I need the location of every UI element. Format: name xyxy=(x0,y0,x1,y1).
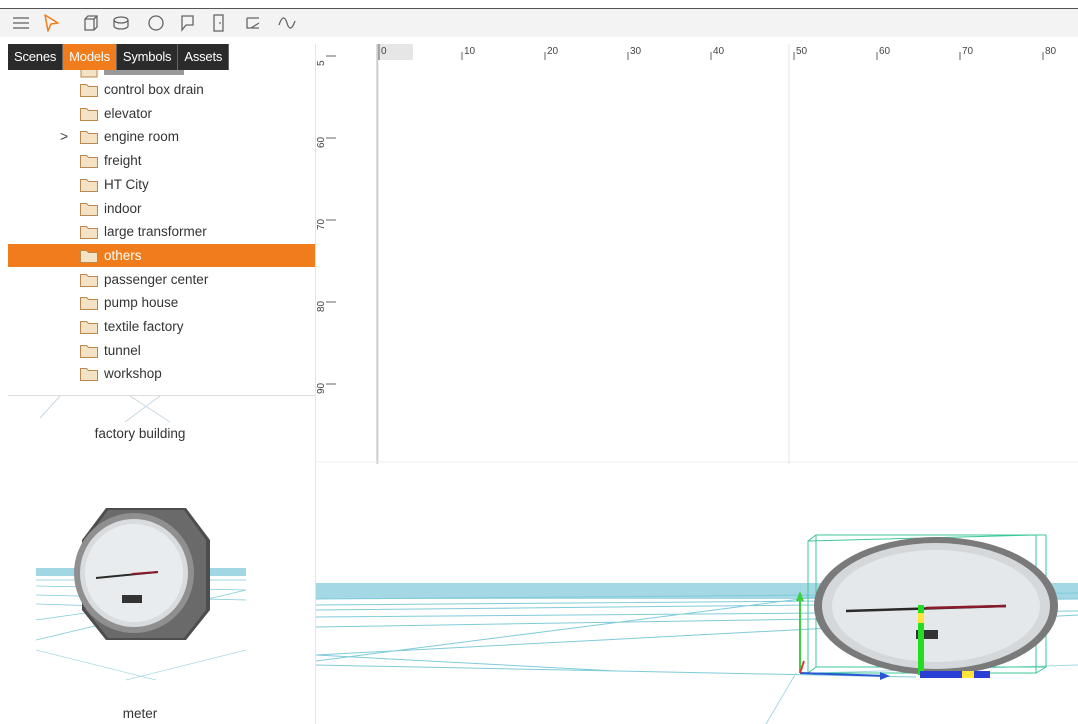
folder-icon xyxy=(80,367,98,382)
factory-building-thumbnail[interactable] xyxy=(30,396,210,424)
folder-icon xyxy=(80,320,98,334)
chevron-right-icon[interactable]: > xyxy=(60,128,68,144)
folder-icon xyxy=(80,130,98,145)
meter-thumbnail[interactable] xyxy=(36,500,246,690)
tree-item[interactable]: > engine room xyxy=(8,125,315,148)
folder-icon xyxy=(80,83,98,97)
view-3d-scene[interactable] xyxy=(316,465,1078,724)
folder-icon xyxy=(80,202,98,216)
menu-icon[interactable] xyxy=(10,12,32,34)
tree-item-label: indoor xyxy=(104,200,142,216)
ruler-x-tick-label: 60 xyxy=(879,46,891,57)
folder-icon xyxy=(80,154,98,169)
ruler-y-tick-label: 90 xyxy=(316,382,327,394)
plane-icon[interactable] xyxy=(242,12,264,34)
tree-item[interactable]: freight xyxy=(8,149,315,172)
tree-item-label: elevator xyxy=(104,105,153,121)
folder-icon xyxy=(80,344,98,358)
door-icon[interactable] xyxy=(208,12,230,34)
folder-icon xyxy=(80,225,98,240)
folder-icon xyxy=(80,107,98,121)
select-pointer-icon[interactable] xyxy=(40,12,62,34)
tree-item-label: workshop xyxy=(104,366,162,382)
tree-item[interactable]: passenger center xyxy=(8,268,315,291)
tree-item-label: control box drain xyxy=(104,82,204,97)
ruler-x-tick-label: 0 xyxy=(381,46,387,57)
tree-item[interactable]: others xyxy=(8,243,315,267)
model-label-factory-building: factory building xyxy=(94,426,186,441)
tab-symbols[interactable]: Symbols xyxy=(117,44,179,70)
polygon-icon[interactable] xyxy=(176,12,198,34)
folder-icon xyxy=(80,178,98,192)
tree-item-label: others xyxy=(104,247,142,263)
ruler-x-tick-label: 40 xyxy=(713,46,725,57)
tree-item[interactable]: indoor xyxy=(8,197,315,220)
tree-item[interactable]: HT City xyxy=(8,173,315,196)
ruler-y-tick-label: 80 xyxy=(316,300,327,312)
ruler-x-tick-label: 30 xyxy=(630,46,642,57)
folder-icon xyxy=(80,249,98,263)
scene-3d-canvas xyxy=(316,534,1078,724)
tree-item-label: large transformer xyxy=(104,224,207,240)
box-icon[interactable] xyxy=(80,12,102,34)
tree-item-label: textile factory xyxy=(104,319,184,334)
view-2d-plan[interactable]: 0 10 20 30 40 50 60 70 80 5 60 70 80 90 xyxy=(316,44,1078,464)
sphere-icon[interactable] xyxy=(145,12,167,34)
app-window: Scenes Models Symbols Assets control box… xyxy=(0,0,1078,724)
tab-models[interactable]: Models xyxy=(63,44,117,70)
folder-icon xyxy=(80,296,98,311)
sidebar-tabs: Scenes Models Symbols Assets xyxy=(8,44,230,70)
tree-item[interactable]: control box drain xyxy=(8,78,315,101)
tree-item-label: HT City xyxy=(104,176,149,192)
ruler-y-tick-label: 5 xyxy=(316,60,327,66)
ruler-y-tick-label: 60 xyxy=(316,136,327,148)
tree-item[interactable]: tunnel xyxy=(8,339,315,362)
ruler-y-tick-label: 70 xyxy=(316,218,327,230)
toolbar xyxy=(0,8,1078,37)
tree-item-label: tunnel xyxy=(104,342,141,358)
tree-item[interactable]: elevator xyxy=(8,102,315,125)
tree-item-label: passenger center xyxy=(104,271,209,287)
tree-item[interactable]: workshop xyxy=(8,362,315,385)
tree-item-label: pump house xyxy=(104,295,179,311)
model-label-meter: meter xyxy=(122,706,158,721)
tab-scenes[interactable]: Scenes xyxy=(8,44,64,70)
tree-item-label: freight xyxy=(104,153,142,169)
tree-item[interactable]: large transformer xyxy=(8,220,315,243)
tree-item-label: engine room xyxy=(104,129,180,145)
cylinder-icon[interactable] xyxy=(110,12,132,34)
curve-icon[interactable] xyxy=(276,12,298,34)
ruler-x-tick-label: 10 xyxy=(464,46,476,57)
ruler-canvas xyxy=(316,44,1078,464)
tree-item[interactable]: pump house xyxy=(8,291,315,314)
tab-assets[interactable]: Assets xyxy=(178,44,230,70)
model-folder-tree: control box drain elevator > engine room fre… xyxy=(8,70,315,390)
folder-icon xyxy=(80,273,98,287)
tree-item[interactable]: textile factory xyxy=(8,315,315,338)
ruler-x-tick-label: 70 xyxy=(962,46,974,57)
ruler-x-tick-label: 50 xyxy=(796,46,808,57)
ruler-x-tick-label: 20 xyxy=(547,46,559,57)
ruler-x-tick-label: 80 xyxy=(1045,46,1057,57)
